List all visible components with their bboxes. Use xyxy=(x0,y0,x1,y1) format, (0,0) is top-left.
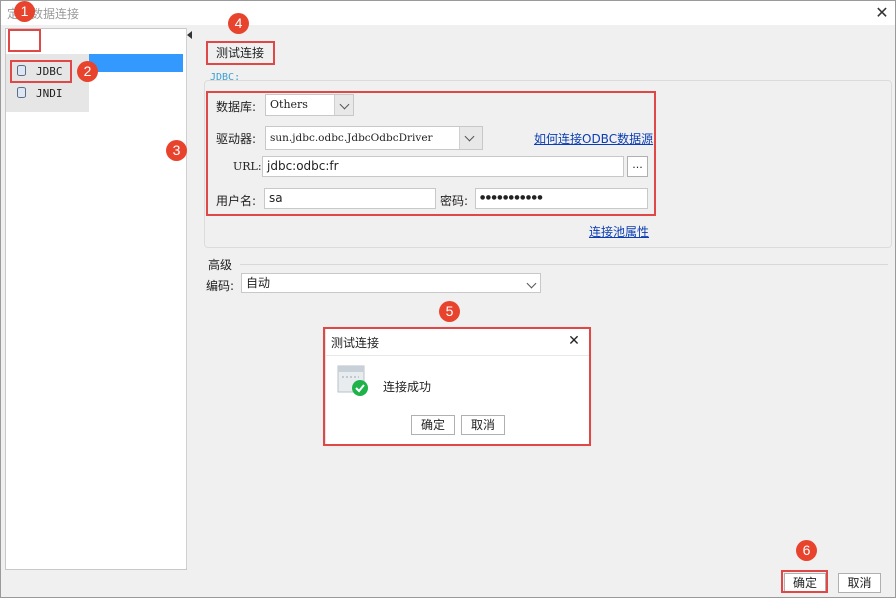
pane-splitter[interactable] xyxy=(186,28,193,568)
annotation-box-form xyxy=(206,91,656,216)
connection-pool-link[interactable]: 连接池属性 xyxy=(589,223,649,240)
collapse-left-icon xyxy=(187,31,192,39)
annotation-box-ok xyxy=(781,570,828,593)
step-badge-4: 4 xyxy=(228,13,249,34)
tree-item-jndi[interactable]: JNDI xyxy=(17,84,63,104)
database-icon xyxy=(17,87,26,98)
window-close-button[interactable]: ✕ xyxy=(870,1,894,25)
annotation-box-add xyxy=(8,29,41,52)
cancel-button[interactable]: 取消 xyxy=(838,573,881,593)
step-badge-1: 1 xyxy=(14,1,35,22)
advanced-section-label: 高级 xyxy=(208,258,233,272)
encoding-select[interactable]: 自动 xyxy=(241,273,541,293)
step-badge-5: 5 xyxy=(439,301,460,322)
step-badge-3: 3 xyxy=(166,140,187,161)
chevron-down-icon xyxy=(522,274,540,292)
tree-item-label: JNDI xyxy=(36,87,63,100)
step-badge-2: 2 xyxy=(77,61,98,82)
annotation-box-dialog xyxy=(323,327,591,446)
encoding-select-value: 自动 xyxy=(246,276,271,290)
annotation-box-test xyxy=(206,41,275,65)
step-badge-6: 6 xyxy=(796,540,817,561)
title-bar: 定义数据连接 ✕ xyxy=(1,1,895,25)
advanced-divider xyxy=(240,264,888,265)
encoding-label: 编码: xyxy=(206,279,235,293)
annotation-box-jdbc xyxy=(10,60,72,83)
tree-selection-highlight xyxy=(89,54,183,72)
